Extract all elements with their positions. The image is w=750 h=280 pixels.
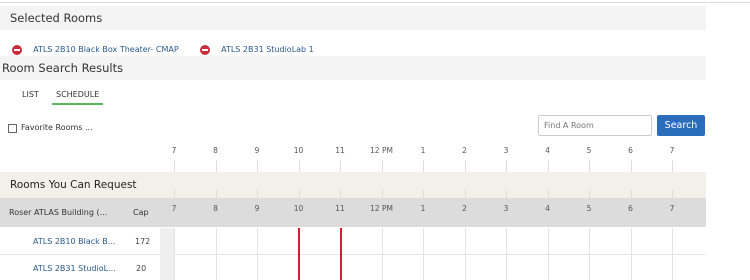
time-axis-building: 7 8 9 10 11 12 PM 1 2 3 4 5 6 7	[0, 198, 750, 227]
group-tick-mark	[340, 190, 341, 198]
time-tick-label: 8	[213, 146, 218, 155]
group-tick-mark	[464, 190, 466, 198]
time-tick-mark	[340, 160, 341, 172]
grid-hour-line	[506, 228, 507, 280]
group-tick-mark	[630, 190, 632, 198]
time-axis-top: 7 8 9 10 11 12 PM 1 2 3 4 5 6 7	[0, 146, 750, 172]
selected-rooms-header: Selected Rooms	[0, 6, 706, 30]
time-tick-label: 4	[545, 146, 550, 155]
time-tick-mark	[589, 160, 590, 172]
time-tick-label: 3	[503, 204, 509, 213]
selected-rooms-title: Selected Rooms	[10, 11, 103, 25]
time-tick-label: 12 PM	[370, 204, 393, 213]
favorite-rooms-checkbox[interactable]	[8, 124, 17, 133]
time-tick-mark	[215, 160, 217, 172]
tab-list-label: LIST	[22, 90, 39, 99]
time-tick-label: 9	[254, 146, 260, 155]
group-tick-mark	[381, 190, 383, 198]
time-tick-label: 7	[171, 146, 177, 155]
group-tick-mark	[506, 190, 507, 198]
grid-hour-line	[672, 228, 673, 280]
time-tick-label: 9	[254, 204, 260, 213]
time-tick-mark	[257, 160, 258, 172]
group-tick-mark	[672, 190, 673, 198]
group-tick-mark	[215, 190, 217, 198]
grid-hour-line	[630, 228, 632, 280]
time-tick-label: 11	[335, 204, 345, 213]
time-tick-mark	[547, 160, 549, 172]
group-header: Rooms You Can Request	[0, 172, 706, 198]
remove-circle-icon[interactable]	[12, 44, 22, 55]
group-tick-mark	[423, 190, 424, 198]
time-tick-label: 12 PM	[370, 146, 393, 155]
time-tick-mark	[630, 160, 632, 172]
group-tick-mark	[257, 190, 258, 198]
time-tick-label: 6	[628, 146, 633, 155]
time-tick-label: 2	[462, 204, 467, 213]
time-tick-label: 5	[586, 204, 592, 213]
top-divider	[0, 2, 750, 3]
favorite-rooms-label: Favorite Rooms ...	[21, 123, 93, 132]
group-tick-mark	[547, 190, 549, 198]
search-button-label: Search	[664, 120, 698, 131]
tab-schedule[interactable]: SCHEDULE	[52, 90, 104, 105]
search-button[interactable]: Search	[657, 115, 705, 136]
time-tick-mark	[381, 160, 383, 172]
time-tick-label: 3	[503, 146, 509, 155]
time-tick-mark	[298, 160, 300, 172]
time-tick-label: 1	[420, 204, 426, 213]
time-tick-mark	[672, 160, 673, 172]
time-tick-label: 7	[171, 204, 177, 213]
time-tick-label: 10	[293, 204, 304, 213]
search-results-title: Room Search Results	[2, 61, 124, 75]
grid-hour-line	[381, 228, 383, 280]
schedule-grid[interactable]	[0, 228, 750, 280]
grid-hour-line	[423, 228, 424, 280]
time-tick-label: 11	[335, 146, 345, 155]
time-tick-label: 7	[669, 204, 675, 213]
time-tick-mark	[174, 160, 175, 172]
grid-hour-line	[589, 228, 590, 280]
group-tick-mark	[589, 190, 590, 198]
time-tick-label: 1	[420, 146, 426, 155]
selected-room-item: ATLS 2B31 StudioLab 1	[200, 39, 314, 55]
time-tick-label: 6	[628, 204, 633, 213]
current-time-marker	[340, 228, 342, 280]
time-tick-label: 4	[545, 204, 550, 213]
time-tick-label: 8	[213, 204, 218, 213]
time-tick-label: 5	[586, 146, 592, 155]
selected-room-link[interactable]: ATLS 2B31 StudioLab 1	[221, 45, 314, 54]
time-tick-mark	[464, 160, 466, 172]
group-title: Rooms You Can Request	[10, 179, 137, 191]
time-tick-mark	[423, 160, 424, 172]
search-results-header: Room Search Results	[0, 56, 706, 80]
time-tick-label: 2	[462, 146, 467, 155]
find-room-input[interactable]	[538, 115, 652, 136]
time-tick-label: 10	[293, 146, 304, 155]
grid-hour-line	[257, 228, 258, 280]
time-tick-mark	[506, 160, 507, 172]
grid-hour-line	[547, 228, 549, 280]
time-tick-label: 7	[669, 146, 675, 155]
tab-schedule-label: SCHEDULE	[56, 90, 100, 99]
current-time-marker	[298, 228, 300, 280]
tab-list[interactable]: LIST	[18, 90, 43, 103]
grid-hour-line	[464, 228, 466, 280]
selected-room-link[interactable]: ATLS 2B10 Black Box Theater- CMAP	[33, 45, 179, 54]
selected-room-item: ATLS 2B10 Black Box Theater- CMAP	[12, 39, 179, 55]
group-tick-mark	[174, 190, 175, 198]
grid-hour-line	[174, 228, 175, 280]
remove-circle-icon[interactable]	[200, 44, 210, 55]
grid-hour-line	[215, 228, 217, 280]
group-tick-mark	[298, 190, 300, 198]
